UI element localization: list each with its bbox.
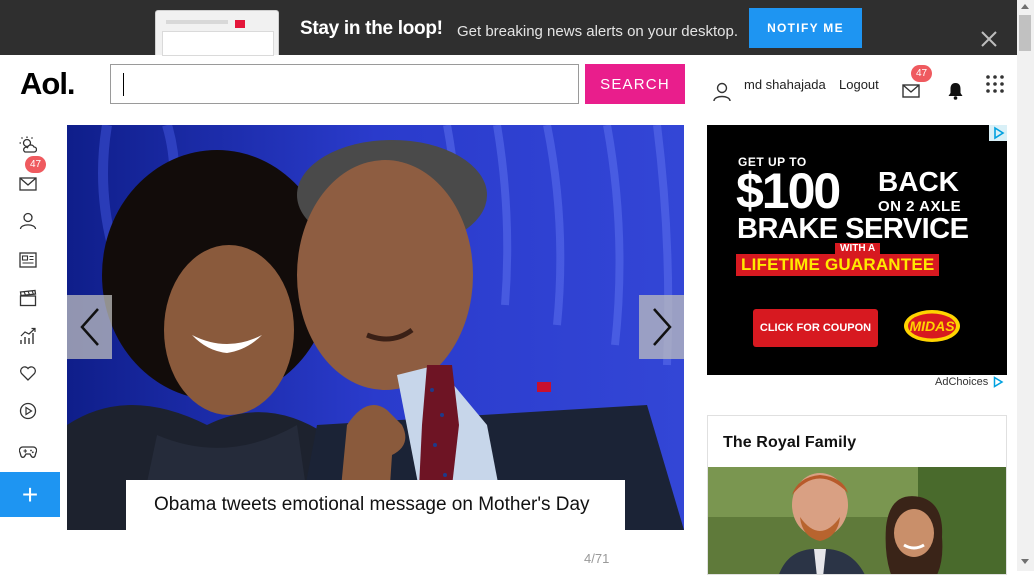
desktop-alert-illustration xyxy=(155,10,279,56)
add-shortcut-button[interactable]: + xyxy=(0,472,60,517)
text-caret xyxy=(123,73,124,96)
mail-icon[interactable] xyxy=(19,175,37,193)
midas-ad[interactable]: GET UP TO $100 BACK ON 2 AXLE BRAKE SERV… xyxy=(707,125,1007,375)
slideshow-caption-box[interactable]: Obama tweets emotional message on Mother… xyxy=(126,480,625,530)
chevron-left-icon xyxy=(79,308,99,346)
slideshow-image[interactable] xyxy=(67,125,684,530)
ad-service: BRAKE SERVICE xyxy=(737,213,969,245)
gamepad-icon[interactable] xyxy=(19,442,37,460)
adchoices-icon[interactable] xyxy=(992,376,1004,388)
midas-logo: MIDAS xyxy=(904,310,960,342)
ad-amount: $100 xyxy=(736,163,841,219)
close-icon[interactable] xyxy=(980,30,998,48)
svg-text:MIDAS: MIDAS xyxy=(909,318,955,334)
notification-bar: Stay in the loop! Get breaking news aler… xyxy=(0,0,1017,56)
chevron-right-icon xyxy=(652,308,672,346)
search-button[interactable]: SEARCH xyxy=(585,64,685,104)
notify-me-button[interactable]: NOTIFY ME xyxy=(749,8,862,48)
ad-coupon-button[interactable]: CLICK FOR COUPON xyxy=(753,309,878,347)
slideshow-counter: 4/71 xyxy=(584,551,610,566)
ad-with: WITH A xyxy=(835,243,881,254)
page-scrollbar[interactable] xyxy=(1017,0,1034,571)
play-icon[interactable] xyxy=(19,402,37,420)
ad-guarantee: LIFETIME GUARANTEE xyxy=(736,254,940,276)
news-icon[interactable] xyxy=(19,251,37,269)
user-icon[interactable] xyxy=(713,82,731,102)
ad-back: BACK xyxy=(878,166,959,197)
scroll-thumb[interactable] xyxy=(1019,15,1031,51)
scroll-up-icon[interactable] xyxy=(1021,4,1029,9)
logout-link[interactable]: Logout xyxy=(839,77,879,92)
slideshow-caption[interactable]: Obama tweets emotional message on Mother… xyxy=(154,494,590,516)
bell-icon[interactable] xyxy=(947,82,964,100)
notification-title: Stay in the loop! xyxy=(300,18,443,39)
adchoices-link[interactable]: AdChoices xyxy=(935,376,988,388)
adchoices-corner-icon[interactable] xyxy=(989,125,1007,141)
mail-icon[interactable] xyxy=(902,84,920,98)
user-icon[interactable] xyxy=(19,212,37,230)
weather-icon[interactable] xyxy=(19,136,37,154)
heart-icon[interactable] xyxy=(19,364,37,382)
clapperboard-icon[interactable] xyxy=(19,289,37,307)
notification-subtitle: Get breaking news alerts on your desktop… xyxy=(457,23,738,40)
royal-family-image[interactable] xyxy=(708,467,1006,575)
card-title[interactable]: The Royal Family xyxy=(723,434,856,452)
slideshow-next-button[interactable] xyxy=(639,295,684,359)
apps-grid-icon[interactable] xyxy=(986,75,1004,93)
chart-icon[interactable] xyxy=(19,327,37,345)
mail-count-badge: 47 xyxy=(911,65,932,82)
slideshow-previous-button[interactable] xyxy=(67,295,112,359)
search-input[interactable] xyxy=(110,64,579,104)
rail-mail-badge: 47 xyxy=(25,156,46,173)
aol-logo[interactable]: Aol. xyxy=(20,66,76,102)
royal-family-card[interactable]: The Royal Family xyxy=(707,415,1007,575)
scroll-down-icon[interactable] xyxy=(1021,559,1029,564)
username-link[interactable]: md shahajada xyxy=(744,77,826,92)
